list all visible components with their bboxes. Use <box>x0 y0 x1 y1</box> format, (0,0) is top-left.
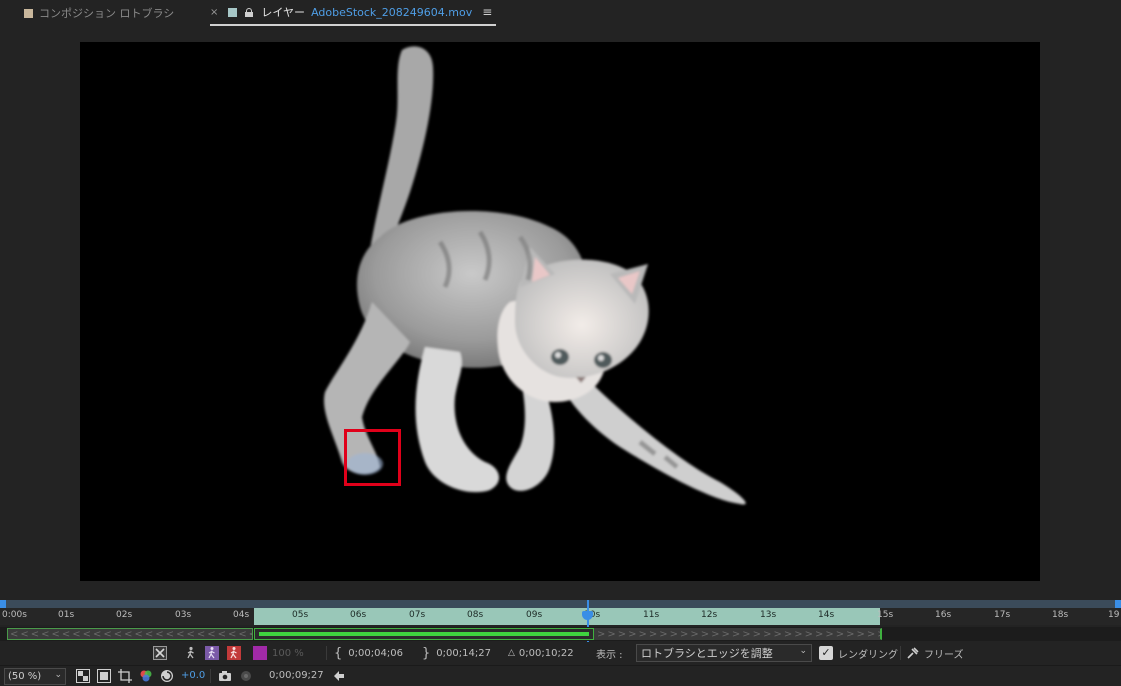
out-point-icon: } <box>422 645 431 661</box>
time-tick: 18s <box>1052 610 1069 620</box>
time-tick: 02s <box>116 610 133 620</box>
time-tick: 0:00s <box>2 610 27 620</box>
camera-icon[interactable] <box>218 669 232 683</box>
work-area-bar[interactable] <box>254 608 880 625</box>
in-point-icon: { <box>334 645 343 661</box>
time-tick: 05s <box>292 610 309 620</box>
propagation-span-backward: <<<<<<<<<<<<<<<<<<<<<<<<<<<<<<<<<<<<<<<< <box>7 628 253 640</box>
time-tick: 03s <box>175 610 192 620</box>
time-tick: 04s <box>233 610 250 620</box>
view-dropdown-value: ロトブラシとエッジを調整 <box>641 647 773 660</box>
current-time[interactable]: 0;00;09;27 <box>269 670 324 681</box>
walking-figure-icon <box>187 646 194 659</box>
panel-tab-bar: コンポジション ロトブラシ × レイヤー AdobeStock_20824960… <box>0 0 1121 26</box>
tab-layer-filename: AdobeStock_208249604.mov <box>311 5 473 19</box>
roto-active-span[interactable] <box>254 628 594 640</box>
transparency-grid-icon[interactable] <box>76 669 90 683</box>
overlay-color-swatch[interactable] <box>253 642 267 664</box>
roto-span-track: <<<<<<<<<<<<<<<<<<<<<<<<<<<<<<<<<<<<<<<<… <box>0 627 1121 641</box>
onion-skin-before-button[interactable] <box>205 642 219 664</box>
freeze-label: フリーズ <box>924 649 964 661</box>
time-tick: 12s <box>701 610 718 620</box>
time-tick: 09s <box>526 610 543 620</box>
duration-time: 0;00;10;22 <box>518 647 574 659</box>
tab-layer-prefix: レイヤー <box>261 6 306 19</box>
panel-menu-icon[interactable]: ≡ <box>482 5 492 19</box>
close-icon[interactable]: × <box>210 7 218 18</box>
magnification-value: (50 %) <box>8 671 42 682</box>
navigator-start-handle[interactable] <box>0 600 6 608</box>
time-tick: 19 <box>1108 610 1120 620</box>
figure-purple-icon <box>205 646 219 660</box>
cat-footage-frame <box>323 46 746 505</box>
magenta-swatch-icon <box>253 646 267 660</box>
chevron-right-icon: >>>>>>>>>>>>>>>>>>>>>>>>>>>>>>>>>>>>>>>>… <box>597 629 880 640</box>
go-to-composition-icon[interactable] <box>332 669 346 683</box>
magnification-dropdown[interactable]: (50 %) ⌄ <box>4 668 66 685</box>
time-ruler[interactable]: 0:00s 01s 02s 03s 04s 05s 06s 07s 08s 09… <box>0 608 1121 625</box>
chevron-left-icon: <<<<<<<<<<<<<<<<<<<<<<<<<<<<<<<<<<<<<<<< <box>10 629 252 640</box>
alpha-toggle-icon <box>153 646 167 660</box>
color-channels-icon[interactable] <box>139 669 153 683</box>
time-navigator-bar[interactable] <box>0 600 1121 608</box>
region-of-interest-icon[interactable] <box>118 669 132 683</box>
toggle-transparency-button[interactable] <box>153 642 167 664</box>
exposure-value[interactable]: +0.0 <box>181 670 205 681</box>
time-tick: 06s <box>350 610 367 620</box>
onion-skin-button[interactable] <box>184 642 198 664</box>
tab-composition-label: コンポジション ロトブラシ <box>39 7 175 20</box>
time-tick: 14s <box>818 610 835 620</box>
time-tick: 13s <box>760 610 777 620</box>
time-tick: 16s <box>935 610 952 620</box>
duration-group: △ 0;00;10;22 <box>508 642 574 664</box>
time-tick: 01s <box>58 610 75 620</box>
in-point-group[interactable]: { 0;00;04;06 <box>334 642 403 664</box>
chevron-down-icon: ⌄ <box>799 646 807 656</box>
mask-toggle-icon[interactable] <box>97 669 111 683</box>
composition-color-swatch <box>24 8 33 18</box>
divider <box>900 646 901 660</box>
render-checkbox-group[interactable]: ✓ レンダリング <box>819 642 898 664</box>
view-label: 表示 : <box>596 649 623 661</box>
time-tick: 17s <box>994 610 1011 620</box>
tab-layer[interactable]: × レイヤー AdobeStock_208249604.mov ≡ <box>210 0 497 26</box>
layer-viewer[interactable] <box>80 42 1040 581</box>
show-snapshot-icon[interactable] <box>239 669 253 683</box>
overlay-opacity[interactable]: 100 % <box>272 642 304 664</box>
navigator-end-handle[interactable] <box>1115 600 1121 608</box>
chevron-down-icon: ⌄ <box>54 670 62 680</box>
out-point-time: 0;00;14;27 <box>436 647 491 659</box>
lock-icon[interactable] <box>245 7 254 17</box>
layer-color-swatch <box>228 7 238 17</box>
render-label: レンダリング <box>838 649 898 661</box>
figure-red-icon <box>227 646 241 660</box>
view-dropdown[interactable]: ロトブラシとエッジを調整 ⌄ <box>636 644 812 662</box>
time-tick: 08s <box>467 610 484 620</box>
brush-icon <box>907 647 919 659</box>
time-tick: 15s <box>877 610 894 620</box>
out-point-group[interactable]: } 0;00;14;27 <box>422 642 491 664</box>
tab-composition[interactable]: コンポジション ロトブラシ <box>24 0 174 26</box>
time-tick: 07s <box>409 610 426 620</box>
layer-viewer-controls: 100 % { 0;00;04;06 } 0;00;14;27 △ 0;00;1… <box>0 642 1121 664</box>
onion-skin-after-button[interactable] <box>227 642 241 664</box>
viewer-status-bar: (50 %) ⌄ +0.0 0;00;09;27 <box>0 665 1121 686</box>
roto-active-span-bar <box>259 632 589 636</box>
freeze-button[interactable]: フリーズ <box>906 642 964 664</box>
propagation-span-forward: >>>>>>>>>>>>>>>>>>>>>>>>>>>>>>>>>>>>>>>>… <box>594 628 882 640</box>
time-tick: 11s <box>643 610 660 620</box>
divider <box>326 646 327 660</box>
in-point-time: 0;00;04;06 <box>348 647 403 659</box>
divider <box>210 669 211 683</box>
delta-icon: △ <box>508 648 515 658</box>
roto-brush-selection-box[interactable] <box>344 429 401 486</box>
checkbox-checked-icon[interactable]: ✓ <box>819 646 833 660</box>
reset-exposure-icon[interactable] <box>160 669 174 683</box>
